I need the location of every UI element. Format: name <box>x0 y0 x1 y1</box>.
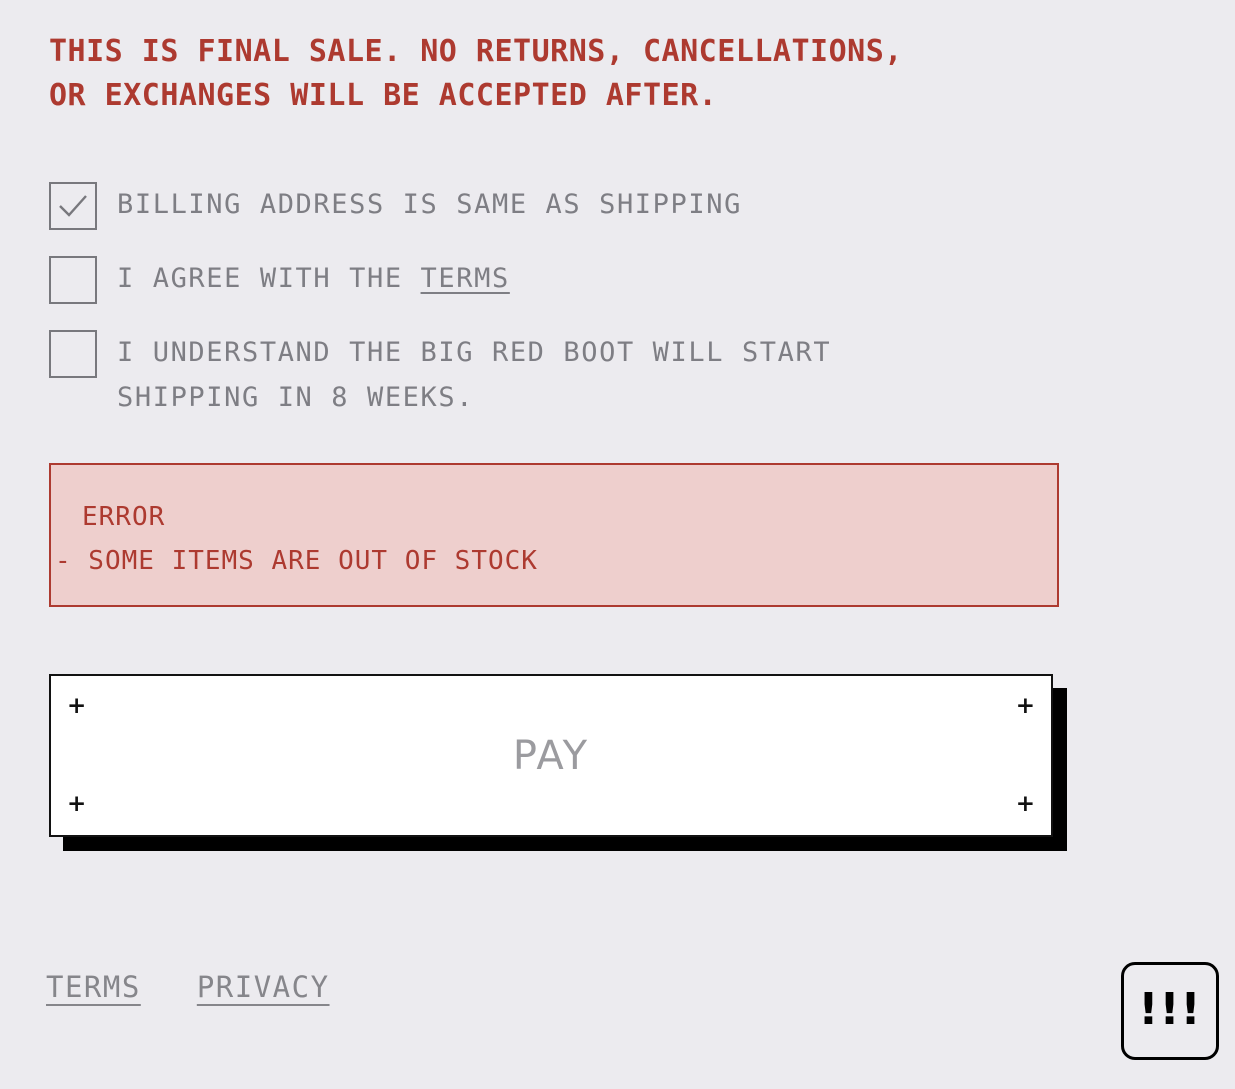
footer-link-terms[interactable]: TERMS <box>46 970 141 1004</box>
checkbox-row-billing-address[interactable]: BILLING ADDRESS IS SAME AS SHIPPING <box>49 182 1059 230</box>
checkbox-terms[interactable] <box>49 256 97 304</box>
checkmark-icon <box>59 195 87 217</box>
pay-button-wrapper: + + + + PAY <box>49 674 1067 851</box>
checkbox-shipping-delay[interactable] <box>49 330 97 378</box>
checkbox-label-terms: I AGREE WITH THE TERMS <box>117 256 510 301</box>
checkbox-label-shipping-delay: I UNDERSTAND THE BIG RED BOOT WILL START… <box>117 337 832 413</box>
pay-button[interactable]: + + + + PAY <box>49 674 1053 837</box>
checkbox-label-terms-text: I AGREE WITH THE <box>117 263 421 294</box>
terms-inline-link[interactable]: TERMS <box>421 263 510 294</box>
checkbox-label-billing-address: BILLING ADDRESS IS SAME AS SHIPPING <box>117 189 742 220</box>
exclamation-marks-icon: !!! <box>1138 984 1202 1035</box>
footer-links: TERMS PRIVACY <box>46 970 330 1004</box>
footer-link-privacy[interactable]: PRIVACY <box>197 970 330 1004</box>
checkout-page: THIS IS FINAL SALE. NO RETURNS, CANCELLA… <box>0 0 1235 1089</box>
checkbox-billing-address[interactable] <box>49 182 97 230</box>
final-sale-notice: THIS IS FINAL SALE. NO RETURNS, CANCELLA… <box>49 34 903 113</box>
error-banner: ERROR - SOME ITEMS ARE OUT OF STOCK <box>49 463 1059 607</box>
agreement-checkbox-list: BILLING ADDRESS IS SAME AS SHIPPING I AG… <box>49 182 1059 420</box>
checkbox-row-terms[interactable]: I AGREE WITH THE TERMS <box>49 256 1059 304</box>
checkbox-row-shipping-delay[interactable]: I UNDERSTAND THE BIG RED BOOT WILL START… <box>49 330 1059 420</box>
alert-badge-button[interactable]: !!! <box>1121 962 1219 1060</box>
pay-button-label: PAY <box>512 732 590 779</box>
error-item: - SOME ITEMS ARE OUT OF STOCK <box>55 546 538 576</box>
error-title: ERROR <box>82 502 166 532</box>
